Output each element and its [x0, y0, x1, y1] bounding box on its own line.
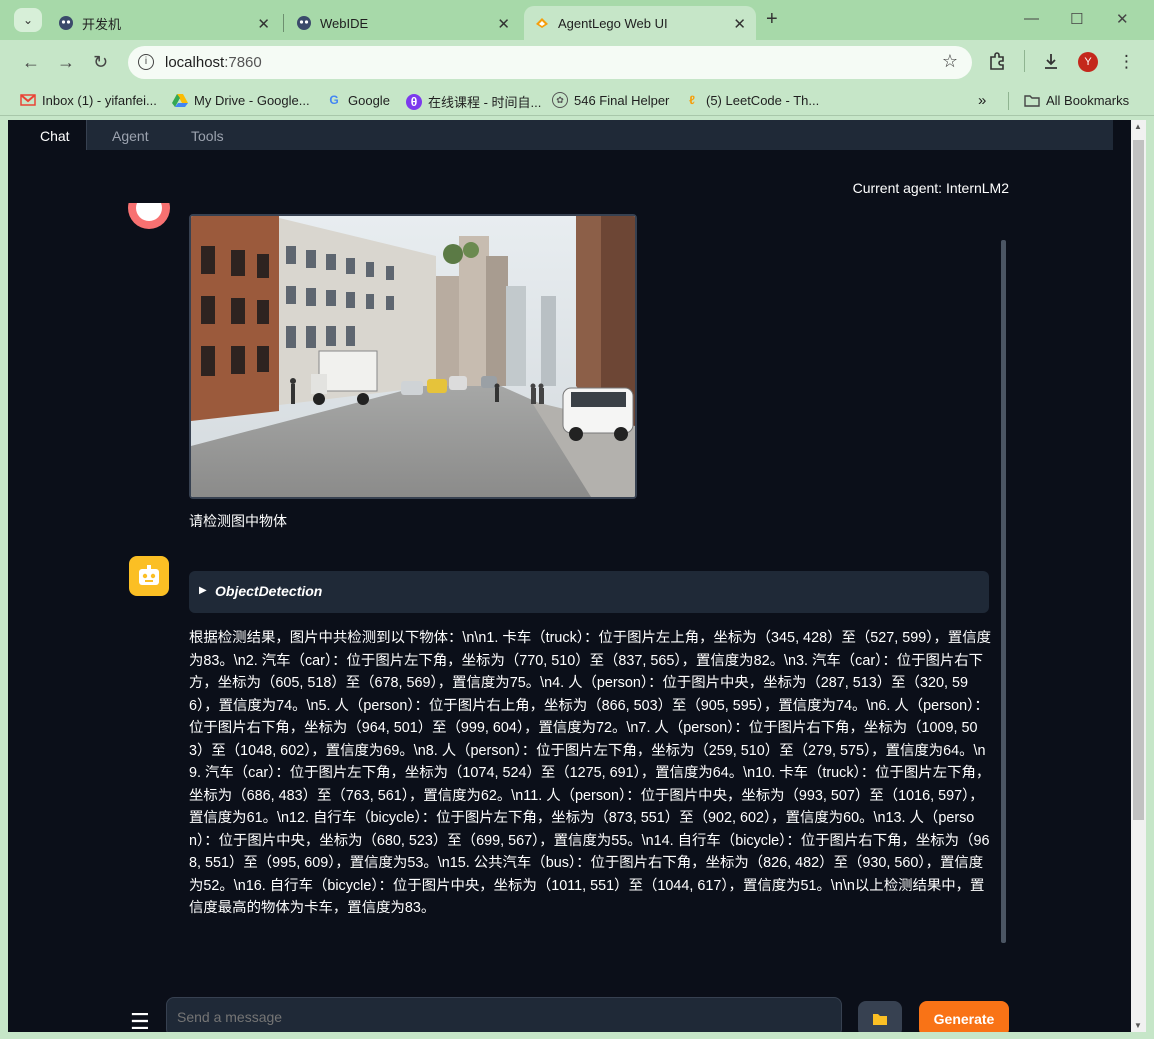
- menu-icon[interactable]: ☰: [130, 1009, 150, 1032]
- tab-agent[interactable]: Agent: [96, 120, 165, 150]
- upload-button[interactable]: [858, 1001, 902, 1032]
- scroll-up-icon[interactable]: ▲: [1134, 122, 1142, 131]
- bot-avatar: [129, 556, 169, 596]
- toolbar-divider: [1024, 50, 1025, 72]
- leetcode-icon: ℓ: [689, 93, 695, 107]
- google-icon: G: [329, 93, 339, 107]
- generate-button[interactable]: Generate: [919, 1001, 1009, 1032]
- current-agent-label: Current agent: InternLM2: [852, 180, 1009, 196]
- tab-favicon-icon: [58, 15, 74, 31]
- tab-title: 开发机: [82, 16, 122, 32]
- uploaded-street-image[interactable]: [189, 214, 637, 499]
- url-port: :7860: [224, 54, 262, 71]
- bookmark-label: All Bookmarks: [1046, 92, 1130, 108]
- browser-tab-dev-machine[interactable]: 开发机 ✕: [48, 6, 280, 40]
- reload-button[interactable]: ↻: [93, 52, 108, 73]
- double-chevron-right-icon: »: [978, 92, 987, 109]
- openai-icon: ✿: [552, 92, 568, 108]
- maximize-button[interactable]: ☐: [1070, 10, 1083, 28]
- page-viewport: Chat Agent Tools Current agent: InternLM…: [8, 120, 1131, 1032]
- bookmark-google-drive[interactable]: My Drive - Google...: [172, 92, 310, 108]
- bookmark-online-course[interactable]: θ 在线课程 - 时间自...: [406, 92, 541, 111]
- tab-title: WebIDE: [320, 15, 369, 31]
- bookmark-label: (5) LeetCode - Th...: [706, 92, 820, 108]
- bookmarks-bar: Inbox (1) - yifanfei... My Drive - Googl…: [0, 86, 1154, 116]
- more-menu-icon[interactable]: ⋮: [1118, 52, 1135, 72]
- reload-icon: ↻: [93, 52, 109, 72]
- address-bar[interactable]: i localhost:7860 ☆: [128, 46, 972, 79]
- extensions-puzzle-icon[interactable]: [988, 52, 1006, 75]
- scroll-down-icon[interactable]: ▼: [1134, 1021, 1142, 1030]
- bookmark-star-icon[interactable]: ☆: [942, 51, 958, 72]
- bookmark-label: 在线课程 - 时间自...: [428, 95, 542, 110]
- scrollbar-thumb[interactable]: [1133, 140, 1144, 820]
- arrow-left-icon: ←: [22, 52, 40, 72]
- google-drive-icon: [172, 92, 188, 108]
- bookmark-label: 546 Final Helper: [574, 92, 670, 108]
- chat-scrollbar[interactable]: [1001, 240, 1006, 943]
- user-message-text: 请检测图中物体: [189, 513, 287, 529]
- chevron-down-icon: ⌄: [22, 13, 34, 27]
- course-icon: θ: [406, 93, 422, 110]
- gmail-icon: [20, 92, 36, 108]
- page-scrollbar[interactable]: ▲ ▼: [1131, 120, 1146, 1032]
- tab-tools[interactable]: Tools: [175, 120, 240, 150]
- browser-tab-agentlego[interactable]: AgentLego Web UI ✕: [524, 6, 756, 40]
- tool-name: ObjectDetection: [215, 583, 323, 599]
- arrow-right-icon: →: [57, 52, 75, 72]
- tab-search-button[interactable]: ⌄: [14, 8, 42, 32]
- app-tab-bar: Chat Agent Tools: [24, 120, 1113, 150]
- window-frame-left: [0, 120, 8, 1039]
- tab-favicon-icon: [534, 15, 550, 31]
- bookmark-google[interactable]: G Google: [326, 92, 390, 108]
- robot-icon: [139, 565, 159, 585]
- user-avatar: [128, 203, 170, 229]
- more-bookmarks-button[interactable]: »: [978, 92, 986, 109]
- bookmark-label: Google: [348, 92, 390, 108]
- bookmark-label: Inbox (1) - yifanfei...: [42, 92, 157, 108]
- message-input[interactable]: [166, 997, 842, 1032]
- plus-icon: +: [766, 8, 778, 30]
- maximize-icon: ☐: [1070, 11, 1084, 28]
- tab-favicon-icon: [296, 15, 312, 31]
- browser-tab-webide[interactable]: WebIDE ✕: [286, 6, 520, 40]
- browser-tab-strip: ⌄ 开发机 ✕ WebIDE ✕ AgentLego Web UI ✕ + — …: [0, 0, 1154, 40]
- back-button[interactable]: ←: [22, 52, 40, 73]
- tab-chat[interactable]: Chat: [24, 120, 87, 150]
- close-icon[interactable]: ✕: [497, 15, 510, 33]
- close-icon[interactable]: ✕: [733, 15, 746, 33]
- site-info-icon[interactable]: i: [138, 54, 154, 70]
- tab-title: AgentLego Web UI: [558, 15, 668, 31]
- forward-button[interactable]: →: [57, 52, 75, 73]
- close-icon[interactable]: ✕: [257, 15, 270, 33]
- close-icon: ✕: [1116, 11, 1129, 28]
- close-window-button[interactable]: ✕: [1116, 10, 1129, 28]
- bot-reply-text: 根据检测结果，图片中共检测到以下物体：\n\n1. 卡车（truck）：位于图片…: [189, 630, 992, 916]
- download-icon[interactable]: [1042, 52, 1060, 75]
- bookmark-gmail[interactable]: Inbox (1) - yifanfei...: [20, 92, 157, 108]
- all-bookmarks-button[interactable]: All Bookmarks: [1024, 92, 1129, 108]
- expand-triangle-icon: ▶: [199, 585, 207, 596]
- folder-icon: [1024, 92, 1040, 108]
- window-frame-right: [1146, 120, 1154, 1039]
- url-host: localhost: [165, 54, 225, 71]
- browser-toolbar: ← → ↻ i localhost:7860 ☆ Y ⋮: [0, 40, 1154, 86]
- bookmark-label: My Drive - Google...: [194, 92, 310, 108]
- bookmarks-divider: [1008, 92, 1009, 110]
- minimize-icon: —: [1024, 10, 1039, 27]
- window-frame-bottom: [0, 1032, 1154, 1039]
- tab-divider: [283, 14, 284, 32]
- url-text[interactable]: localhost:7860: [165, 54, 262, 71]
- minimize-button[interactable]: —: [1024, 10, 1039, 27]
- folder-icon: [873, 1014, 887, 1025]
- tool-call-accordion[interactable]: ▶ ObjectDetection: [189, 571, 989, 613]
- bookmark-546-final-helper[interactable]: ✿ 546 Final Helper: [552, 92, 669, 108]
- profile-avatar[interactable]: Y: [1078, 52, 1098, 72]
- new-tab-button[interactable]: +: [766, 8, 778, 31]
- bookmark-leetcode[interactable]: ℓ (5) LeetCode - Th...: [684, 92, 819, 108]
